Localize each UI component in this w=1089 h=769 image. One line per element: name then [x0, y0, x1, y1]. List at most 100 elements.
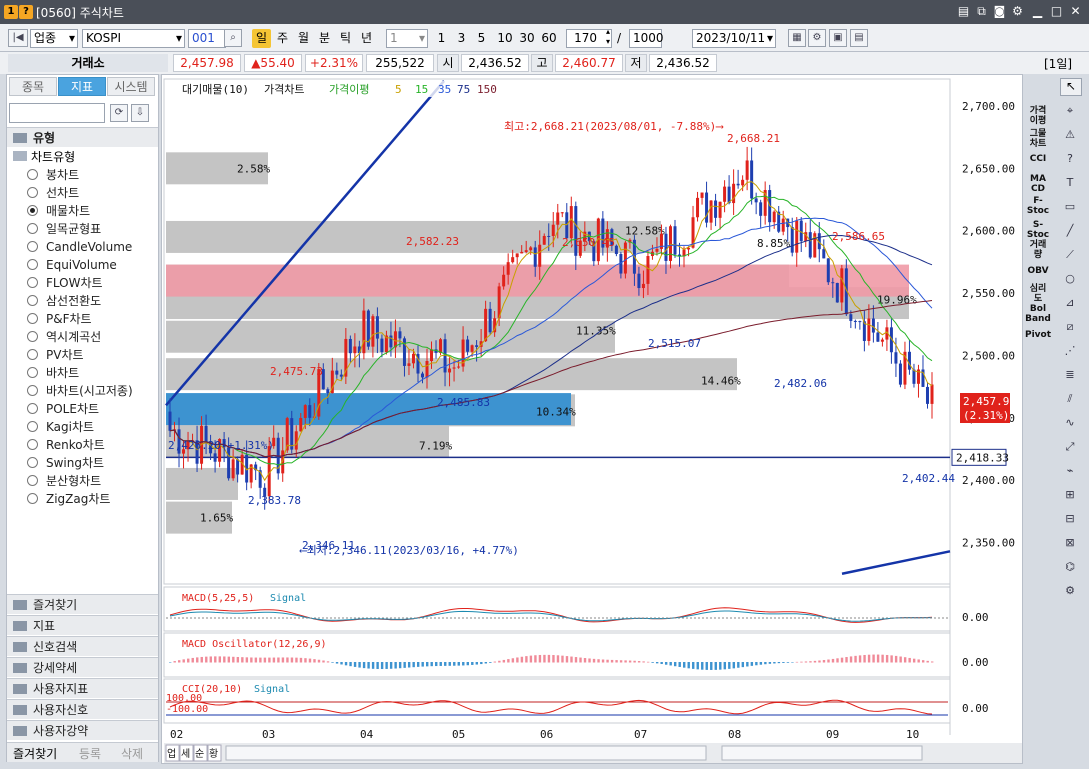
- radio-icon[interactable]: [27, 259, 38, 270]
- text-icon[interactable]: T: [1060, 176, 1080, 192]
- settings-icon[interactable]: ⚙: [1010, 4, 1025, 19]
- channel-icon[interactable]: ≣: [1060, 368, 1080, 384]
- chart-type-10[interactable]: PV차트: [27, 347, 84, 364]
- radio-icon[interactable]: [27, 205, 38, 216]
- radio-icon[interactable]: [27, 223, 38, 234]
- chart-type-13[interactable]: POLE차트: [27, 401, 99, 418]
- section-0[interactable]: 즐겨찾기: [7, 594, 158, 614]
- indicator-button-2[interactable]: CCI: [1024, 154, 1052, 164]
- favorites-button[interactable]: 즐겨찾기: [13, 745, 57, 762]
- tab-symbol[interactable]: 종목: [9, 77, 57, 96]
- tree-root[interactable]: 차트유형: [13, 149, 75, 166]
- indicator-button-0[interactable]: 가격 이평: [1024, 106, 1052, 126]
- config-icon[interactable]: ⚙: [808, 29, 826, 47]
- fan-icon[interactable]: ⋰: [1060, 344, 1080, 360]
- indicator-button-9[interactable]: Bol Band: [1024, 304, 1052, 324]
- radio-icon[interactable]: [27, 331, 38, 342]
- section-3[interactable]: 강세약세: [7, 657, 158, 677]
- indicator-button-7[interactable]: OBV: [1024, 266, 1052, 276]
- chart-type-16[interactable]: Swing차트: [27, 455, 104, 472]
- minimize-icon[interactable]: ▁: [1030, 4, 1045, 19]
- chart-svg[interactable]: 2.58%12.58%8.85%19.96%11.35%14.46%10.34%…: [162, 75, 1024, 765]
- circle-icon[interactable]: ○: [1060, 272, 1080, 288]
- indicator-button-10[interactable]: Pivot: [1024, 330, 1052, 340]
- date-picker[interactable]: 2023/10/11 ▾: [692, 29, 776, 48]
- chart-type-11[interactable]: 바차트: [27, 365, 79, 382]
- chart-type-12[interactable]: 바차트(시고저종): [27, 383, 133, 400]
- print-icon[interactable]: ▤: [850, 29, 868, 47]
- help-badge[interactable]: ?: [19, 5, 33, 19]
- radio-icon[interactable]: [27, 421, 38, 432]
- chart-type-7[interactable]: 삼선전환도: [27, 293, 101, 310]
- close-icon[interactable]: ✕: [1068, 4, 1083, 19]
- chart-type-2[interactable]: 매물차트: [27, 203, 90, 220]
- radio-icon[interactable]: [27, 403, 38, 414]
- indicator-button-8[interactable]: 심리 도: [1024, 284, 1052, 304]
- rect-icon[interactable]: ▭: [1060, 200, 1080, 216]
- cursor-tool-icon[interactable]: ↖: [1060, 78, 1082, 96]
- count-stepper[interactable]: 170 ▴ ▾: [566, 27, 612, 48]
- radio-icon[interactable]: [27, 349, 38, 360]
- total-field[interactable]: 1000: [629, 29, 664, 48]
- arrow-icon[interactable]: ⤢: [1060, 440, 1080, 456]
- section-6[interactable]: 사용자강약: [7, 720, 158, 740]
- quick-30[interactable]: 30: [516, 29, 538, 48]
- period-minute[interactable]: 분: [315, 29, 334, 48]
- prev-symbol-icon[interactable]: |◀: [8, 29, 28, 47]
- chart-type-14[interactable]: Kagi차트: [27, 419, 94, 436]
- radio-icon[interactable]: [27, 277, 38, 288]
- wave-icon[interactable]: ∿: [1060, 416, 1080, 432]
- indicator-button-5[interactable]: S- Stoc: [1024, 220, 1052, 240]
- indicator-button-4[interactable]: F- Stoc: [1024, 196, 1052, 216]
- grid-icon[interactable]: ⊞: [1060, 488, 1080, 504]
- indicator-button-6[interactable]: 거래 량: [1024, 240, 1052, 260]
- section-1[interactable]: 지표: [7, 615, 158, 635]
- radio-icon[interactable]: [27, 241, 38, 252]
- register-button[interactable]: 등록: [79, 745, 101, 762]
- radio-icon[interactable]: [27, 169, 38, 180]
- indicator-search-input[interactable]: [9, 103, 105, 123]
- section-5[interactable]: 사용자신호: [7, 699, 158, 719]
- chart-type-9[interactable]: 역시계곡선: [27, 329, 101, 346]
- chart-style-icon[interactable]: ▦: [788, 29, 806, 47]
- code-field[interactable]: 001: [188, 29, 226, 48]
- table-icon[interactable]: ⊟: [1060, 512, 1080, 528]
- chart-type-6[interactable]: FLOW차트: [27, 275, 103, 292]
- radio-icon[interactable]: [27, 457, 38, 468]
- erase-icon[interactable]: ⚠: [1060, 128, 1080, 144]
- radio-icon[interactable]: [27, 295, 38, 306]
- line-icon[interactable]: ╱: [1060, 224, 1080, 240]
- indicator-button-1[interactable]: 그물 차트: [1024, 129, 1052, 149]
- period-unit-select[interactable]: 1 ▾: [386, 29, 428, 48]
- indicator-button-3[interactable]: MA CD: [1024, 174, 1052, 194]
- radio-icon[interactable]: [27, 493, 38, 504]
- delete-button[interactable]: 삭제: [121, 745, 143, 762]
- chart-type-0[interactable]: 봉차트: [27, 167, 79, 184]
- zoom-slider[interactable]: [721, 745, 923, 761]
- quick-60[interactable]: 60: [538, 29, 560, 48]
- wrench-icon[interactable]: ⚙: [1060, 584, 1080, 600]
- tab-indicator[interactable]: 지표: [58, 77, 106, 96]
- search-icon[interactable]: ⌕: [224, 29, 242, 47]
- help-icon[interactable]: ?: [1060, 152, 1080, 168]
- download-icon[interactable]: ⇩: [131, 104, 149, 122]
- trend-icon[interactable]: ⟋: [1060, 248, 1080, 264]
- chart-type-18[interactable]: ZigZag차트: [27, 491, 110, 508]
- save-icon[interactable]: ▣: [829, 29, 847, 47]
- radio-icon[interactable]: [27, 367, 38, 378]
- period-week[interactable]: 주: [273, 29, 292, 48]
- radio-icon[interactable]: [27, 439, 38, 450]
- quick-5[interactable]: 5: [472, 29, 491, 48]
- screen-icon[interactable]: ⊠: [1060, 536, 1080, 552]
- chart-type-1[interactable]: 선차트: [27, 185, 79, 202]
- period-year[interactable]: 년: [357, 29, 376, 48]
- triangle-icon[interactable]: ⊿: [1060, 296, 1080, 312]
- period-tick[interactable]: 틱: [336, 29, 355, 48]
- period-month[interactable]: 월: [294, 29, 313, 48]
- camera-icon[interactable]: ◙: [992, 4, 1007, 19]
- chart-type-5[interactable]: EquiVolume: [27, 257, 117, 274]
- auto-icon[interactable]: ⌁: [1060, 464, 1080, 480]
- maximize-icon[interactable]: □: [1049, 4, 1064, 19]
- chart-type-17[interactable]: 분산형차트: [27, 473, 101, 490]
- refresh-icon[interactable]: ⟳: [110, 104, 128, 122]
